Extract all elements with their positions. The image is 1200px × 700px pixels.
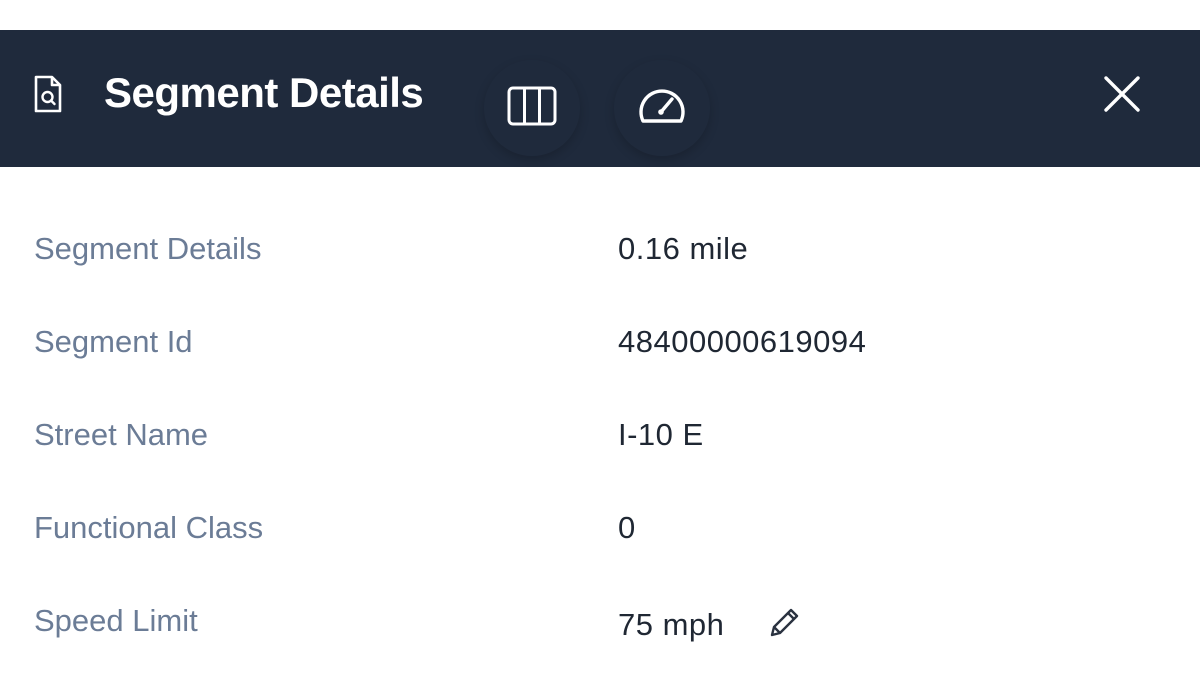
- detail-row-street-name: Street Name I-10 E: [0, 403, 1200, 463]
- page-title: Segment Details: [104, 69, 424, 116]
- close-button[interactable]: [1096, 70, 1148, 122]
- detail-value: I-10 E: [618, 417, 704, 452]
- detail-row-segment-id: Segment Id 48400000619094: [0, 310, 1200, 370]
- document-search-icon: [28, 73, 68, 117]
- segment-details-panel: Segment Details Segment Details 0.16 mil…: [0, 0, 1200, 700]
- detail-label: Segment Id: [34, 324, 193, 359]
- details-list: Segment Details 0.16 mile Segment Id 484…: [0, 167, 1200, 700]
- detail-value: 75 mph: [618, 607, 725, 642]
- speedometer-button[interactable]: [614, 60, 710, 156]
- detail-label: Street Name: [34, 417, 209, 452]
- columns-button[interactable]: [484, 60, 580, 156]
- pencil-icon[interactable]: [764, 603, 804, 643]
- detail-value: 0.16 mile: [618, 231, 749, 266]
- detail-row-functional-class: Functional Class 0: [0, 496, 1200, 556]
- detail-row-speed-limit: Speed Limit 75 mph: [0, 589, 1200, 649]
- speedometer-icon: [634, 84, 690, 133]
- detail-label: Segment Details: [34, 231, 262, 266]
- detail-value: 0: [618, 510, 636, 545]
- detail-row-segment-length: Segment Details 0.16 mile: [0, 217, 1200, 277]
- panel-header: Segment Details: [0, 30, 1200, 167]
- detail-label: Functional Class: [34, 510, 264, 545]
- detail-value: 48400000619094: [618, 324, 867, 359]
- columns-icon: [506, 85, 558, 132]
- detail-label: Speed Limit: [34, 603, 198, 638]
- close-icon: [1102, 74, 1142, 119]
